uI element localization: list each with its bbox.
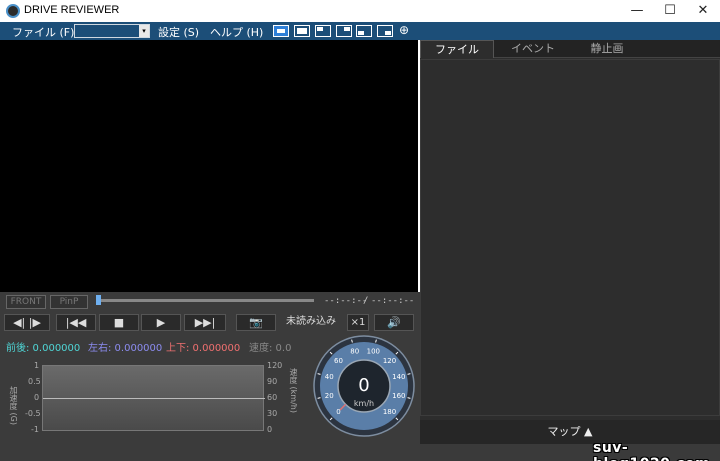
fullscreen-layout-icon[interactable] xyxy=(273,25,289,37)
tab-strip: ファイル イベント 静止画 xyxy=(420,40,720,58)
gauge-mark-label: 100 xyxy=(367,348,380,356)
video-viewport[interactable] xyxy=(0,40,418,292)
left-tick: -1 xyxy=(31,425,39,434)
acceleration-axis-label: 加速度 (G) xyxy=(9,386,18,425)
next-button[interactable]: ▶▶| xyxy=(184,314,226,331)
left-tick: 1 xyxy=(34,361,40,370)
menu-settings[interactable]: 設定 (S) xyxy=(158,24,199,40)
accel-up-down: 上下: 0.000000 xyxy=(166,343,241,354)
gauge-mark-label: 40 xyxy=(325,373,334,381)
tab-files[interactable]: ファイル xyxy=(420,40,494,58)
gauge-mark-label: 180 xyxy=(383,408,396,416)
pip-top-right-icon[interactable] xyxy=(336,25,352,37)
zero-line xyxy=(43,398,265,399)
right-tick: 60 xyxy=(267,393,278,402)
speed-readout: 速度: 0.0 xyxy=(249,343,292,354)
pip-top-left-icon[interactable] xyxy=(315,25,331,37)
seek-handle[interactable] xyxy=(96,295,101,305)
maximize-button[interactable]: ☐ xyxy=(653,0,687,22)
previous-button[interactable]: |◀◀ xyxy=(56,314,96,331)
acceleration-graph xyxy=(42,365,265,431)
gauge-mark-label: 160 xyxy=(392,392,405,400)
file-combo-box[interactable]: ▾ xyxy=(74,24,150,38)
menu-help[interactable]: ヘルプ (H) xyxy=(210,24,263,40)
close-button[interactable]: ✕ xyxy=(686,0,720,22)
load-status: 未読み込み xyxy=(280,314,342,331)
total-time: --:--:-- xyxy=(371,296,415,306)
title-bar: DRIVE REVIEWER — ☐ ✕ xyxy=(0,0,720,22)
watermark: suv-blog1020.com xyxy=(593,440,710,461)
accel-front-back: 前後: 0.000000 xyxy=(6,343,81,354)
left-tick: 0 xyxy=(34,393,40,402)
app-logo-icon xyxy=(6,4,20,18)
tab-still-images[interactable]: 静止画 xyxy=(570,40,644,58)
gauge-mark-label: 20 xyxy=(325,392,334,400)
frame-step-button[interactable]: ◀| |▶ xyxy=(4,314,50,331)
menu-file[interactable]: ファイル (F) xyxy=(12,24,74,40)
speed-unit: km/h xyxy=(354,399,374,408)
right-tick: 30 xyxy=(267,409,278,418)
play-button[interactable]: ▶ xyxy=(141,314,181,331)
speed-axis-label: 速度 (km/h) xyxy=(289,368,298,413)
left-tick: 0.5 xyxy=(28,377,41,386)
seek-bar[interactable] xyxy=(98,299,314,302)
current-time: --:--:-- xyxy=(324,296,368,306)
gauge-mark-label: 120 xyxy=(383,357,396,365)
right-panel: ファイル イベント 静止画 マップ ▲ xyxy=(420,40,720,461)
pip-bottom-left-icon[interactable] xyxy=(356,25,372,37)
pip-bottom-right-icon[interactable] xyxy=(377,25,393,37)
file-list[interactable] xyxy=(420,59,720,416)
minimize-button[interactable]: — xyxy=(620,0,654,22)
zoom-icon[interactable]: ⊕ xyxy=(399,23,409,37)
accel-left-right: 左右: 0.000000 xyxy=(88,343,163,354)
menu-bar: ファイル (F) ▾ 設定 (S) ヘルプ (H) ⊕ xyxy=(0,22,720,40)
gauge-mark-label: 60 xyxy=(334,357,343,365)
gauge-mark-label: 80 xyxy=(350,348,359,356)
volume-icon[interactable]: 🔊 xyxy=(374,314,414,331)
tab-events[interactable]: イベント xyxy=(496,40,570,58)
stop-button[interactable]: ■ xyxy=(99,314,139,331)
speed-multiplier-button[interactable]: ×1 xyxy=(347,314,369,331)
pinp-button[interactable]: PinP xyxy=(50,295,88,309)
single-layout-icon[interactable] xyxy=(294,25,310,37)
chevron-down-icon[interactable]: ▾ xyxy=(139,25,149,37)
right-tick: 90 xyxy=(267,377,278,386)
window-title: DRIVE REVIEWER xyxy=(24,4,120,16)
left-tick: -0.5 xyxy=(25,409,41,418)
speedometer-gauge: 020406080 100120140160180 0 km/h xyxy=(313,335,415,437)
right-tick: 120 xyxy=(267,361,283,370)
right-tick: 0 xyxy=(267,425,273,434)
speed-value: 0 xyxy=(358,375,369,396)
gauge-mark-label: 140 xyxy=(392,373,405,381)
front-camera-button[interactable]: FRONT xyxy=(6,295,46,309)
snapshot-camera-icon[interactable]: 📷 xyxy=(236,314,276,331)
time-separator: / xyxy=(363,296,369,306)
